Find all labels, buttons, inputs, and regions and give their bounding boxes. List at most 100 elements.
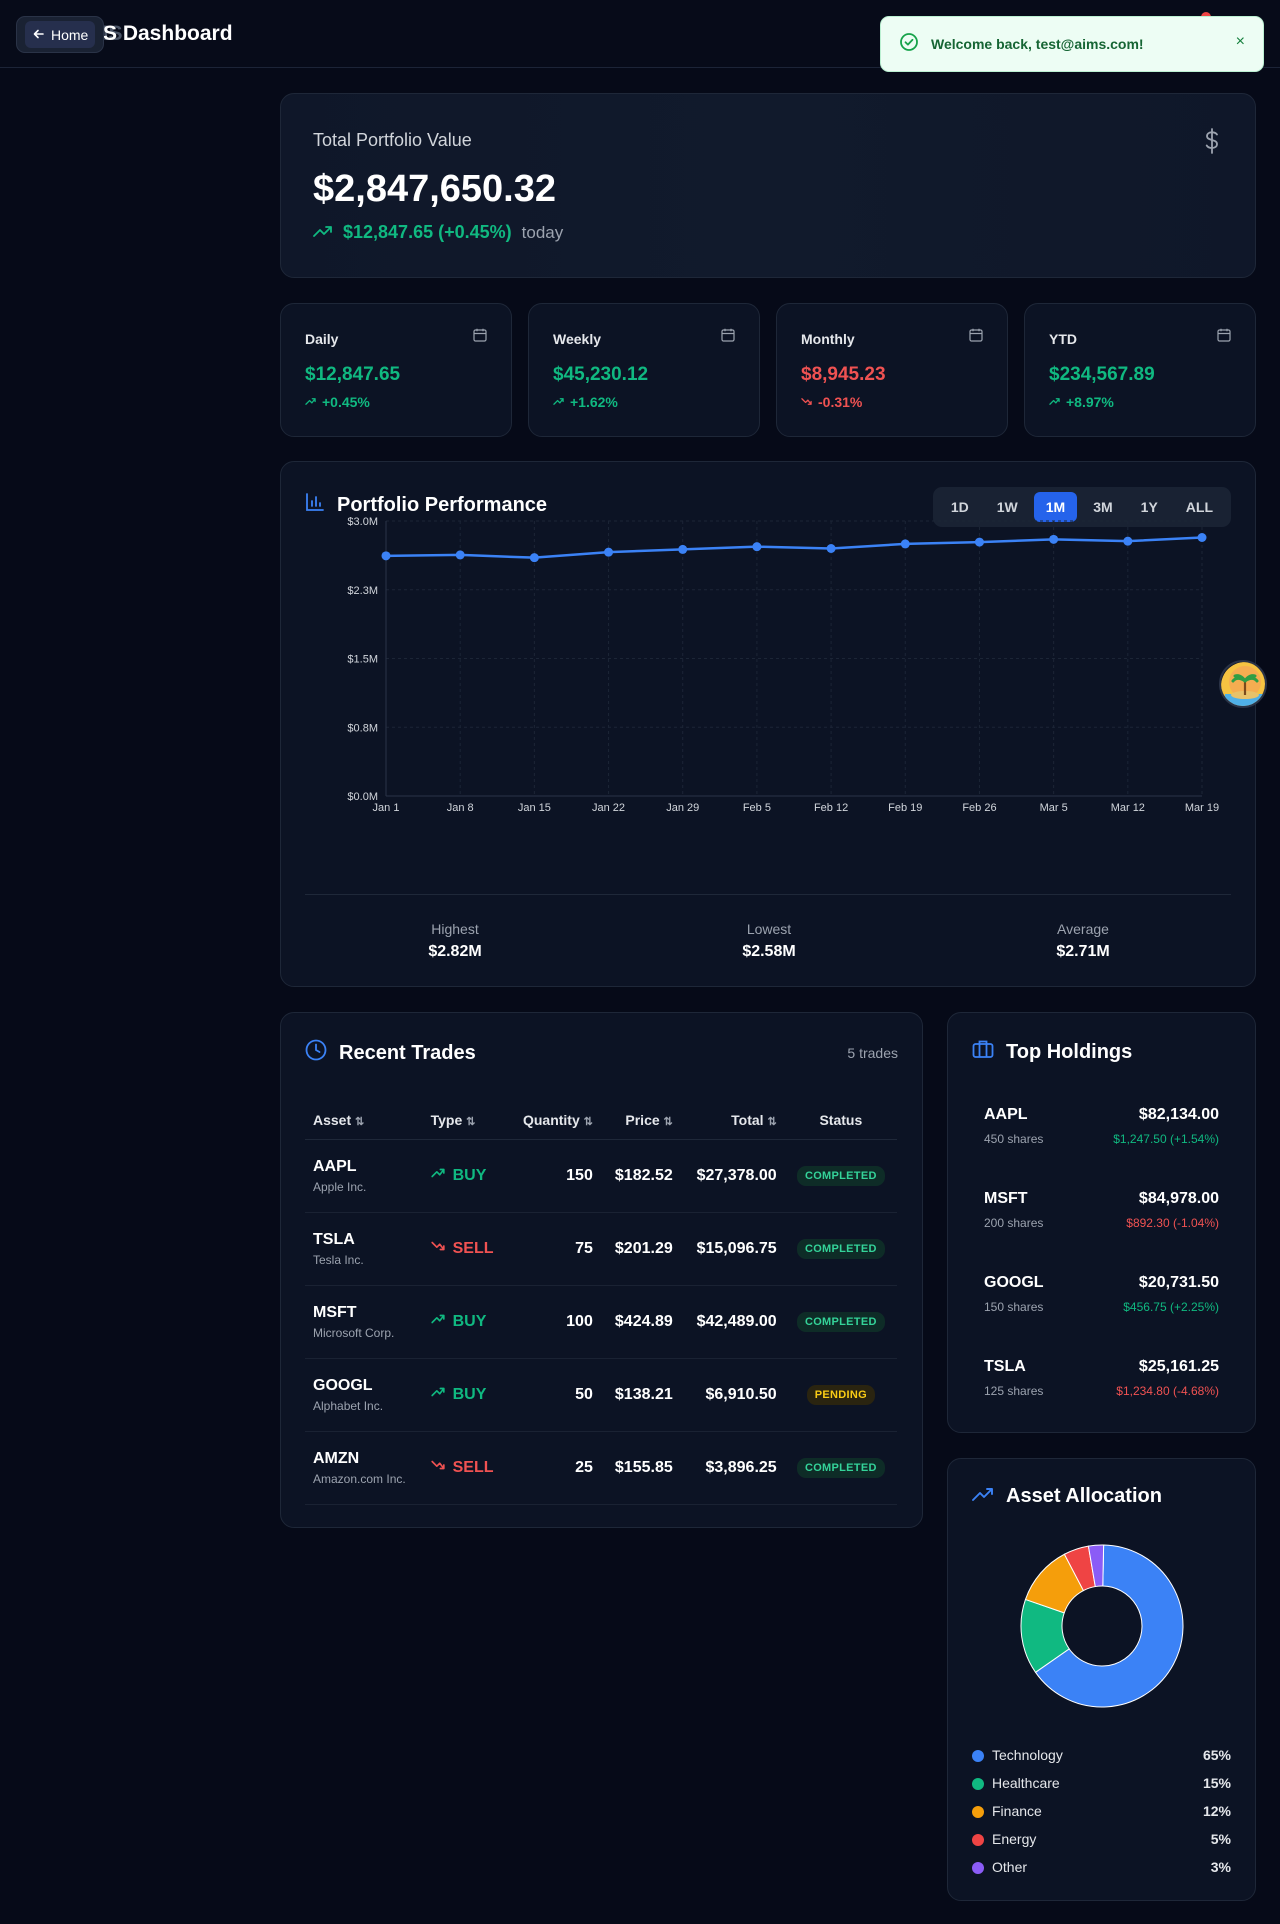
cell-total: $6,910.50 (680, 1358, 785, 1432)
cell-type: SELL (422, 1431, 508, 1505)
y-tick-label: $2.3M (347, 585, 378, 597)
col-total[interactable]: Total ⇅ (680, 1101, 785, 1140)
holding-shares: 200 shares (984, 1216, 1044, 1230)
col-quantity[interactable]: Quantity ⇅ (507, 1101, 601, 1140)
x-tick-label: Mar 5 (1040, 802, 1068, 814)
sort-icon: ⇅ (466, 1115, 476, 1128)
trending-up-icon (553, 394, 564, 410)
holding-symbol: TSLA (984, 1358, 1026, 1375)
cell-asset: MSFT Microsoft Corp. (305, 1285, 423, 1359)
cell-asset: TSLA Tesla Inc. (305, 1212, 423, 1286)
summary-average-value: $2.71M (1056, 943, 1110, 960)
holding-item[interactable]: MSFT 200 shares $84,978.00 $892.30 (-1.0… (984, 1190, 1219, 1238)
welcome-toast: Welcome back, test@aims.com! × (880, 16, 1264, 72)
trending-up-icon (313, 222, 333, 243)
sort-icon: ⇅ (583, 1115, 593, 1128)
brand-title: S Dashboard (103, 22, 233, 46)
stat-change: -0.31% (801, 394, 862, 410)
col-type[interactable]: Type ⇅ (422, 1101, 508, 1140)
asset-name: Amazon.com Inc. (313, 1471, 406, 1486)
sort-icon: ⇅ (663, 1115, 673, 1128)
stat-card-weekly: Weekly $45,230.12 +1.62% (528, 303, 760, 437)
series-line (385, 536, 1203, 559)
dollar-icon (1203, 128, 1221, 161)
legend-item-technology: Technology 65% (972, 1745, 1231, 1773)
cell-type: BUY (422, 1285, 508, 1359)
cell-quantity: 50 (507, 1358, 601, 1432)
data-point (678, 544, 688, 554)
table-row[interactable]: GOOGL Alphabet Inc. BUY 50 $138.21 $6,91… (305, 1358, 897, 1432)
cell-total: $3,896.25 (680, 1431, 785, 1505)
x-tick-label: Feb 12 (814, 802, 848, 814)
calendar-icon (1217, 328, 1231, 347)
trending-down-icon (430, 1239, 445, 1258)
table-row[interactable]: AAPL Apple Inc. BUY 150 $182.52 $27,378.… (305, 1139, 897, 1213)
data-point (381, 551, 391, 561)
stat-card-monthly: Monthly $8,945.23 -0.31% (776, 303, 1008, 437)
stat-change-text: -0.31% (818, 394, 863, 410)
col-quantity-label: Quantity (522, 1111, 580, 1128)
trade-count: 5 trades (847, 1045, 898, 1061)
trending-up-icon (430, 1385, 445, 1404)
holding-symbol: MSFT (984, 1190, 1028, 1207)
top-holdings-header: Top Holdings (972, 1039, 1132, 1065)
holding-change: $1,234.80 (-4.68%) (1116, 1384, 1219, 1398)
cell-price: $424.89 (600, 1285, 681, 1359)
holding-symbol: GOOGL (984, 1274, 1044, 1291)
col-total-label: Total (731, 1111, 764, 1128)
cell-price: $155.85 (600, 1431, 681, 1505)
trending-up-icon (430, 1166, 445, 1185)
data-point (900, 539, 910, 549)
cell-price: $182.52 (600, 1139, 681, 1213)
data-point (455, 550, 465, 560)
stat-value: $12,847.65 (305, 364, 401, 385)
status-badge: COMPLETED (796, 1311, 885, 1332)
holding-item[interactable]: GOOGL 150 shares $20,731.50 $456.75 (+2.… (984, 1274, 1219, 1322)
x-tick-label: Jan 8 (447, 802, 474, 814)
cell-type: BUY (422, 1358, 508, 1432)
home-label: Home (51, 26, 89, 43)
stat-label: YTD (1049, 331, 1077, 347)
legend-pct: 5% (1210, 1831, 1231, 1847)
col-price[interactable]: Price ⇅ (600, 1101, 681, 1140)
summary-average-label: Average (1057, 921, 1109, 937)
data-point (1049, 534, 1059, 544)
portfolio-change: $12,847.65 (+0.45%) today (313, 222, 563, 243)
trending-down-icon (430, 1458, 445, 1477)
recent-trades-header: Recent Trades (305, 1039, 476, 1067)
stat-change: +8.97% (1049, 394, 1114, 410)
summary-lowest-value: $2.58M (742, 943, 796, 960)
status-badge: COMPLETED (796, 1457, 885, 1478)
legend-item-other: Other 3% (972, 1857, 1231, 1885)
status-badge: COMPLETED (796, 1238, 885, 1259)
cell-price: $201.29 (600, 1212, 681, 1286)
performance-summary: Highest $2.82M Lowest $2.58M Average $2.… (305, 894, 1231, 960)
asset-symbol: AAPL (313, 1157, 357, 1175)
assistant-avatar[interactable] (1219, 660, 1267, 708)
holding-symbol: AAPL (984, 1106, 1028, 1123)
col-asset[interactable]: Asset ⇅ (305, 1101, 423, 1140)
data-point (1197, 533, 1207, 542)
summary-lowest-label: Lowest (746, 921, 792, 937)
holding-item[interactable]: TSLA 125 shares $25,161.25 $1,234.80 (-4… (984, 1358, 1219, 1406)
cell-total: $27,378.00 (680, 1139, 785, 1213)
col-status: Status (784, 1101, 897, 1140)
cell-quantity: 75 (507, 1212, 601, 1286)
asset-name: Apple Inc. (313, 1179, 367, 1194)
arrow-left-icon (33, 27, 45, 43)
table-row[interactable]: TSLA Tesla Inc. SELL 75 $201.29 $15,096.… (305, 1212, 897, 1286)
summary-average: Average $2.71M (983, 921, 1183, 961)
home-button[interactable]: Home (16, 16, 104, 53)
legend-pct: 12% (1202, 1803, 1231, 1819)
legend-name: Energy (992, 1831, 1037, 1847)
close-icon[interactable]: × (1236, 33, 1245, 51)
legend-dot (972, 1778, 984, 1790)
holding-item[interactable]: AAPL 450 shares $82,134.00 $1,247.50 (+1… (984, 1106, 1219, 1154)
table-row[interactable]: AMZN Amazon.com Inc. SELL 25 $155.85 $3,… (305, 1431, 897, 1505)
sort-icon: ⇅ (355, 1115, 365, 1128)
trade-type: BUY (452, 1312, 487, 1330)
brand-title-text: S Dashboard (103, 22, 233, 45)
legend-dot (972, 1750, 984, 1762)
cell-quantity: 100 (507, 1285, 601, 1359)
table-row[interactable]: MSFT Microsoft Corp. BUY 100 $424.89 $42… (305, 1285, 897, 1359)
